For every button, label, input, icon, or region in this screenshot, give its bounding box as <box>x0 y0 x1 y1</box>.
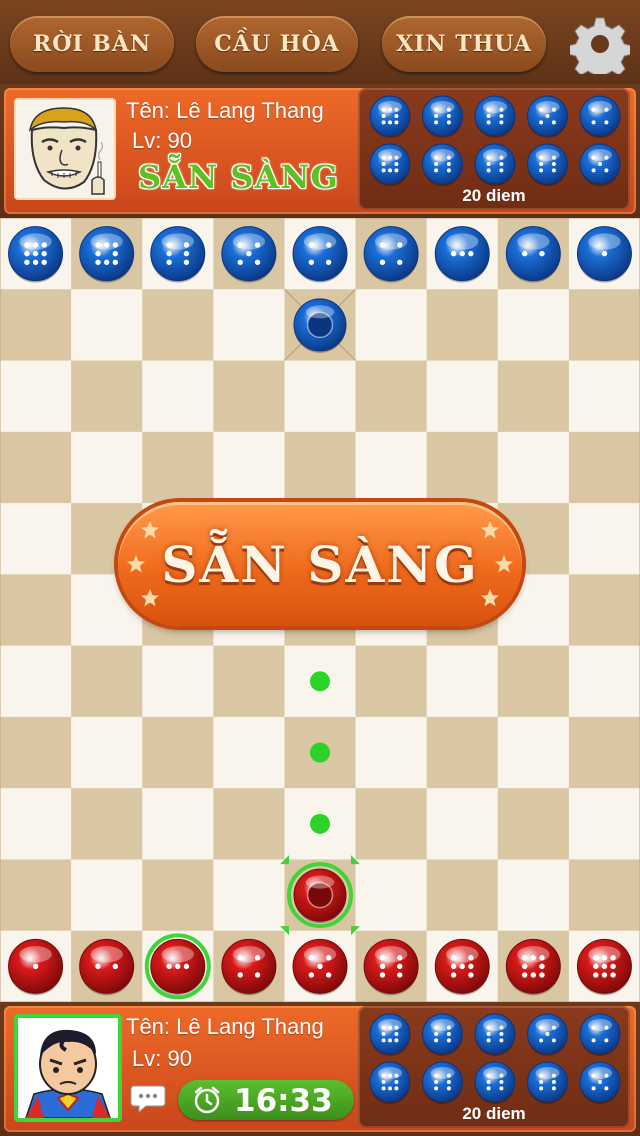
captured-piece[interactable] <box>369 143 411 186</box>
captured-piece[interactable] <box>474 1061 516 1104</box>
red-piece-selected[interactable] <box>293 868 347 924</box>
captured-piece[interactable] <box>579 1061 621 1104</box>
move-hint-dot[interactable] <box>310 742 330 763</box>
captured-piece[interactable] <box>579 143 621 186</box>
captured-piece[interactable] <box>474 95 516 138</box>
captured-piece[interactable] <box>579 1013 621 1056</box>
red-piece[interactable] <box>505 938 561 996</box>
captured-piece[interactable] <box>527 1013 568 1056</box>
blue-piece[interactable] <box>150 226 206 283</box>
player-panel: Tên: Lê Lang Thang Lv: 90 16:33 20 diem <box>0 1002 640 1136</box>
red-piece[interactable] <box>150 938 206 996</box>
move-hint-dot[interactable] <box>310 671 330 692</box>
player-level: Lv: 90 <box>132 1046 192 1071</box>
blue-piece[interactable] <box>576 226 632 283</box>
red-piece[interactable] <box>576 938 632 996</box>
star-icon <box>141 589 159 607</box>
star-icon <box>127 555 145 573</box>
player-captured-grid <box>369 1013 621 1104</box>
captured-piece[interactable] <box>422 95 463 138</box>
opponent-captured-grid <box>369 95 621 186</box>
player-avatar-superhero-icon <box>18 1018 118 1118</box>
captured-piece[interactable] <box>579 95 621 138</box>
red-piece[interactable] <box>363 938 419 996</box>
leave-table-button[interactable]: RỜI BÀN <box>10 16 174 72</box>
blue-piece[interactable] <box>221 226 277 283</box>
opponent-ready-status: SẴN SÀNG <box>138 158 339 196</box>
star-icon <box>495 555 513 573</box>
blue-piece[interactable] <box>8 226 64 283</box>
captured-piece[interactable] <box>369 1061 411 1104</box>
blue-piece[interactable] <box>363 226 419 283</box>
opponent-captured-pieces: 20 diem <box>358 88 630 210</box>
player-avatar[interactable] <box>14 1014 122 1122</box>
blue-piece[interactable] <box>505 226 561 283</box>
blue-piece-advanced[interactable] <box>293 298 347 353</box>
turn-timer: 16:33 <box>178 1080 354 1120</box>
red-piece[interactable] <box>434 938 490 996</box>
opponent-avatar-face-icon <box>16 100 114 198</box>
blue-piece[interactable] <box>292 226 348 283</box>
captured-piece[interactable] <box>422 143 463 186</box>
red-piece[interactable] <box>8 938 64 996</box>
opponent-level: Lv: 90 <box>132 128 192 153</box>
alarm-clock-icon <box>194 1086 220 1114</box>
ready-banner[interactable]: SẴN SÀNG <box>118 502 522 626</box>
captured-piece[interactable] <box>474 143 516 186</box>
offer-draw-button[interactable]: CẦU HÒA <box>196 16 358 72</box>
star-icon <box>481 521 499 539</box>
ready-banner-label: SẴN SÀNG <box>161 534 479 594</box>
captured-piece[interactable] <box>369 1013 411 1056</box>
opponent-score: 20 diem <box>462 186 526 205</box>
move-hint-dot[interactable] <box>310 813 330 834</box>
captured-piece[interactable] <box>369 95 411 138</box>
opponent-name: Tên: Lê Lang Thang <box>126 98 324 123</box>
captured-piece[interactable] <box>422 1061 463 1104</box>
star-icon <box>481 589 499 607</box>
blue-piece[interactable] <box>79 226 135 283</box>
settings-gear-icon[interactable] <box>570 14 630 74</box>
chat-bubble-icon[interactable] <box>130 1082 166 1114</box>
blue-piece[interactable] <box>434 226 490 283</box>
captured-piece[interactable] <box>474 1013 516 1056</box>
resign-button[interactable]: XIN THUA <box>382 16 546 72</box>
opponent-panel: Tên: Lê Lang Thang Lv: 90 SẴN SÀNG 20 di… <box>0 84 640 218</box>
captured-piece[interactable] <box>422 1013 463 1056</box>
player-captured-pieces: 20 diem <box>358 1006 630 1128</box>
opponent-avatar[interactable] <box>14 98 116 200</box>
captured-piece[interactable] <box>527 95 568 138</box>
player-score: 20 diem <box>462 1104 526 1123</box>
captured-piece[interactable] <box>527 1061 568 1104</box>
red-piece[interactable] <box>221 938 277 996</box>
red-piece[interactable] <box>292 938 348 996</box>
star-icon <box>141 521 159 539</box>
player-name: Tên: Lê Lang Thang <box>126 1014 324 1039</box>
red-piece[interactable] <box>79 938 135 996</box>
captured-piece[interactable] <box>527 143 568 186</box>
timer-value: 16:33 <box>234 1083 333 1119</box>
top-bar: RỜI BÀN CẦU HÒA XIN THUA <box>0 0 640 84</box>
